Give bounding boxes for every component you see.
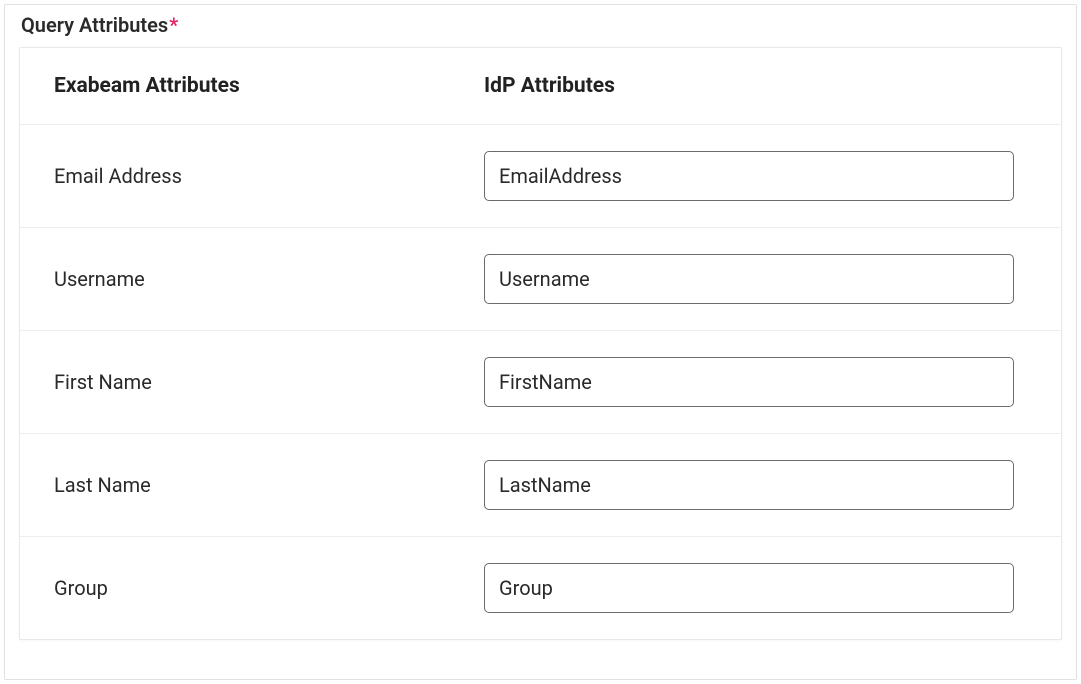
attributes-table: Exabeam Attributes IdP Attributes Email … (19, 47, 1062, 640)
table-row: First Name (20, 331, 1061, 434)
required-asterisk-icon: * (169, 13, 178, 37)
table-row: Username (20, 228, 1061, 331)
header-exabeam-attributes: Exabeam Attributes (54, 74, 484, 98)
section-title: Query Attributes* (19, 13, 1062, 37)
query-attributes-panel: Query Attributes* Exabeam Attributes IdP… (4, 4, 1077, 680)
table-header: Exabeam Attributes IdP Attributes (20, 48, 1061, 125)
idp-attribute-input-group[interactable] (484, 563, 1014, 613)
idp-attribute-input-firstname[interactable] (484, 357, 1014, 407)
idp-attribute-input-email[interactable] (484, 151, 1014, 201)
table-row: Email Address (20, 125, 1061, 228)
table-row: Group (20, 537, 1061, 639)
exabeam-attribute-label: Username (54, 267, 484, 291)
exabeam-attribute-label: Email Address (54, 164, 484, 188)
idp-attribute-input-lastname[interactable] (484, 460, 1014, 510)
section-title-text: Query Attributes (21, 13, 168, 37)
exabeam-attribute-label: First Name (54, 370, 484, 394)
table-row: Last Name (20, 434, 1061, 537)
exabeam-attribute-label: Group (54, 576, 484, 600)
header-idp-attributes: IdP Attributes (484, 74, 1027, 98)
idp-attribute-input-username[interactable] (484, 254, 1014, 304)
exabeam-attribute-label: Last Name (54, 473, 484, 497)
